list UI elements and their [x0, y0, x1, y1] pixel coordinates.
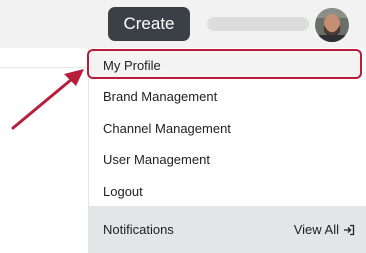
user-avatar[interactable]	[315, 8, 349, 42]
notifications-title: Notifications	[103, 222, 174, 237]
menu-item-logout[interactable]: Logout	[89, 176, 366, 206]
view-all-link[interactable]: View All	[294, 206, 355, 253]
notifications-footer: Notifications View All	[89, 206, 366, 253]
user-dropdown-menu: My Profile Brand Management Channel Mana…	[87, 48, 366, 253]
menu-item-user-management[interactable]: User Management	[89, 144, 366, 174]
menu-item-channel-management[interactable]: Channel Management	[89, 113, 366, 143]
avatar-image	[315, 8, 349, 42]
exit-arrow-icon	[344, 224, 355, 235]
user-name-placeholder	[207, 17, 309, 31]
view-all-label: View All	[293, 222, 339, 237]
create-button[interactable]: Create	[108, 7, 190, 41]
content-divider	[0, 67, 88, 68]
menu-item-my-profile[interactable]: My Profile	[89, 50, 366, 80]
menu-item-brand-management[interactable]: Brand Management	[89, 81, 366, 111]
